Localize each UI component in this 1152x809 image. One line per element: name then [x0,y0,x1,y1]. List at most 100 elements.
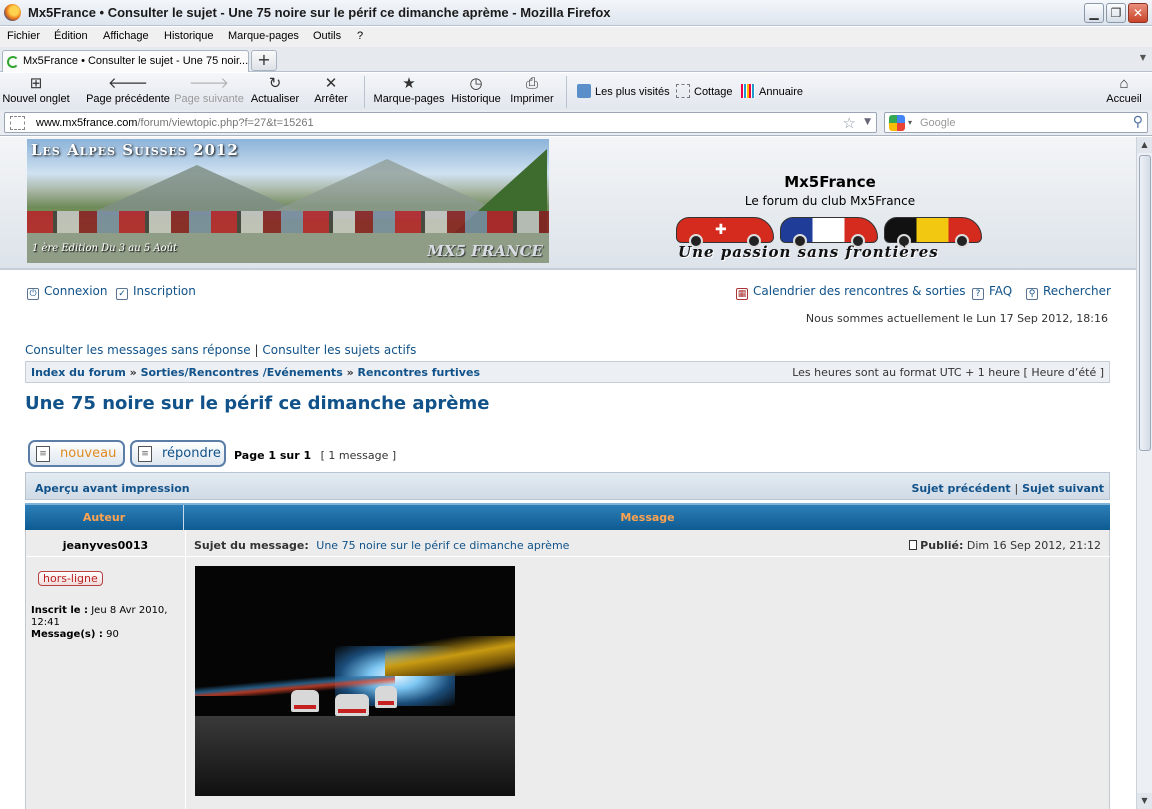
new-topic-label: nouveau [60,446,117,461]
help-icon: ? [972,288,984,300]
offline-status-badge: hors-ligne [38,571,103,586]
tab-bar: Mx5France • Consulter le sujet - Une 75 … [0,47,1152,72]
breadcrumb-sorties[interactable]: Sorties/Rencontres /Evénements [141,366,343,379]
new-topic-button[interactable]: ≡ nouveau [28,440,125,467]
forward-arrow-icon: 🡒 [188,75,230,92]
post-author[interactable]: jeanyves0013 [26,539,185,552]
reply-label: répondre [162,446,221,461]
reload-button[interactable]: ↻ Actualiser [249,75,301,105]
bookmark-annuaire[interactable]: Annuaire [741,84,803,98]
search-link[interactable]: ⚲ Rechercher [1026,284,1111,300]
maximize-button[interactable]: ❐ [1106,3,1126,23]
menu-outils[interactable]: Outils [313,30,341,42]
header-banner-image[interactable]: Les Alpes Suisses 2012 1 ère Edition Du … [27,139,549,263]
flag-cars-logo: ✚ [676,215,986,248]
column-message: Message [620,511,675,524]
topic-title[interactable]: Une 75 noire sur le périf ce dimanche ap… [25,393,489,414]
topic-actions-bar: Aperçu avant impression Sujet précédent … [25,472,1110,500]
current-date: Nous sommes actuellement le Lun 17 Sep 2… [805,312,1108,325]
bookmark-label: Cottage [694,86,733,98]
google-icon[interactable] [889,115,905,131]
post-date: Publié: Dim 16 Sep 2012, 21:12 [909,539,1101,552]
print-view-link[interactable]: Aperçu avant impression [35,482,190,495]
topic-navigation: Sujet précédent | Sujet suivant [911,482,1104,495]
home-button[interactable]: ⌂ Accueil [1102,75,1146,105]
subject-label: Sujet du message: [194,539,309,552]
toolbar-separator [566,76,567,108]
calendar-label: Calendrier des rencontres & sorties [753,284,966,298]
scrollbar-thumb[interactable] [1139,155,1151,451]
login-link[interactable]: ⏻ Connexion [27,284,108,300]
unanswered-link[interactable]: Consulter les messages sans réponse [25,343,251,357]
post-icon[interactable] [909,540,918,550]
photo-tunnel-lights [385,636,515,676]
login-label: Connexion [44,284,108,298]
photo-car [335,694,369,716]
back-arrow-icon: 🡐 [107,75,149,92]
new-tab-label: Nouvel onglet [2,93,70,105]
register-label: Inscription [133,284,196,298]
new-tab-button[interactable]: + [251,50,277,71]
search-box[interactable]: ▾ Google ⚲ [884,112,1148,133]
calendar-icon: ▦ [736,288,748,300]
history-button[interactable]: ◷ Historique [449,75,503,105]
menu-historique[interactable]: Historique [164,30,214,42]
menu-affichage[interactable]: Affichage [103,30,149,42]
search-icon[interactable]: ⚲ [1133,114,1143,130]
breadcrumb: Index du forum » Sorties/Rencontres /Evé… [25,361,1110,383]
active-topics-link[interactable]: Consulter les sujets actifs [262,343,416,357]
menu-fichier[interactable]: Fichier [7,30,40,42]
search-label: Rechercher [1043,284,1111,298]
breadcrumb-rencontres-furtives[interactable]: Rencontres furtives [358,366,480,379]
scroll-up-arrow-icon[interactable]: ▲ [1137,137,1152,153]
minimize-button[interactable]: ▁ [1084,3,1104,23]
bookmark-cottage[interactable]: Cottage [676,84,733,98]
url-host: www.mx5france.com [36,117,138,129]
stop-button[interactable]: ✕ Arrêter [310,75,352,105]
close-window-button[interactable]: ✕ [1128,3,1148,23]
tab-list-arrow-icon[interactable]: ▼ [1140,53,1146,62]
scroll-down-arrow-icon[interactable]: ▼ [1137,793,1152,809]
document-icon: ≡ [36,446,50,462]
calendar-link[interactable]: ▦ Calendrier des rencontres & sorties [736,284,966,300]
bookmark-star-icon[interactable]: ☆ [843,114,856,132]
photo-car [291,690,319,712]
page-viewport: Les Alpes Suisses 2012 1 ère Edition Du … [0,137,1136,809]
vertical-scrollbar[interactable]: ▲ ▼ [1136,137,1152,809]
search-engine-dropdown-icon[interactable]: ▾ [908,118,912,127]
stop-label: Arrêter [314,93,348,105]
messages-label: Message(s) : [31,629,103,640]
banner-cars [27,211,549,235]
forward-button[interactable]: 🡒 Page suivante [173,75,245,105]
tab-active[interactable]: Mx5France • Consulter le sujet - Une 75 … [2,50,249,72]
quick-links-separator: | [254,343,259,357]
history-label: Historique [451,93,501,105]
next-topic-link[interactable]: Sujet suivant [1022,482,1104,495]
previous-topic-link[interactable]: Sujet précédent [911,482,1010,495]
home-icon: ⌂ [1119,75,1129,92]
bookmarks-button[interactable]: ★ Marque-pages [372,75,446,105]
most-visited-icon [577,84,591,98]
menu-help[interactable]: ? [357,30,363,42]
firefox-logo-icon [4,4,21,21]
register-link[interactable]: ✓ Inscription [116,284,196,300]
faq-link[interactable]: ? FAQ [972,284,1012,300]
checkbox-icon: ✓ [116,288,128,300]
search-icon: ⚲ [1026,288,1038,300]
url-dropdown-icon[interactable]: ▼ [864,117,871,127]
site-identity-icon[interactable] [10,116,25,130]
bookmark-most-visited[interactable]: Les plus visités [577,84,670,98]
column-author: Auteur [25,505,184,530]
print-button[interactable]: ⎙ Imprimer [508,75,556,105]
back-button[interactable]: 🡐 Page précédente [85,75,171,105]
subject-link[interactable]: Une 75 noire sur le périf ce dimanche ap… [316,539,569,552]
post-tunnel-photo[interactable] [195,566,515,796]
url-input[interactable]: www.mx5france.com/forum/viewtopic.php?f=… [4,112,877,133]
breadcrumb-forum-index[interactable]: Index du forum [31,366,126,379]
new-tab-toolbar-button[interactable]: ⊞ Nouvel onglet [2,75,70,105]
bookmarks-label: Marque-pages [373,93,445,105]
reply-button[interactable]: ≡ répondre [130,440,226,467]
menu-marque-pages[interactable]: Marque-pages [228,30,299,42]
menu-edition[interactable]: Édition [54,30,88,42]
swiss-car-icon: ✚ [676,217,774,248]
